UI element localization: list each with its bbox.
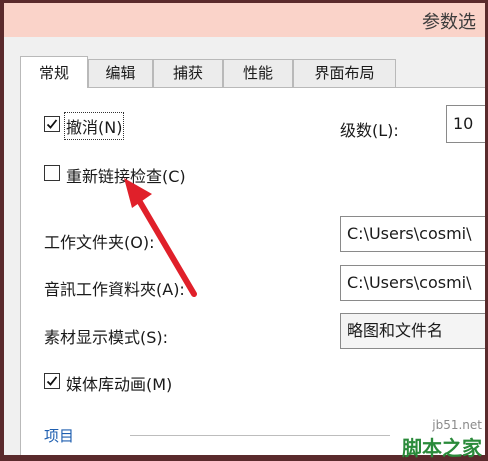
arrow-shaft xyxy=(134,194,197,297)
watermark-name: 脚本之家 xyxy=(402,436,482,460)
tab-general[interactable]: 常规 xyxy=(20,56,88,88)
arrow-head xyxy=(124,178,152,208)
watermark-url: jb51.net xyxy=(432,418,482,432)
watermark: jb51.net 脚本之家 xyxy=(378,410,488,460)
